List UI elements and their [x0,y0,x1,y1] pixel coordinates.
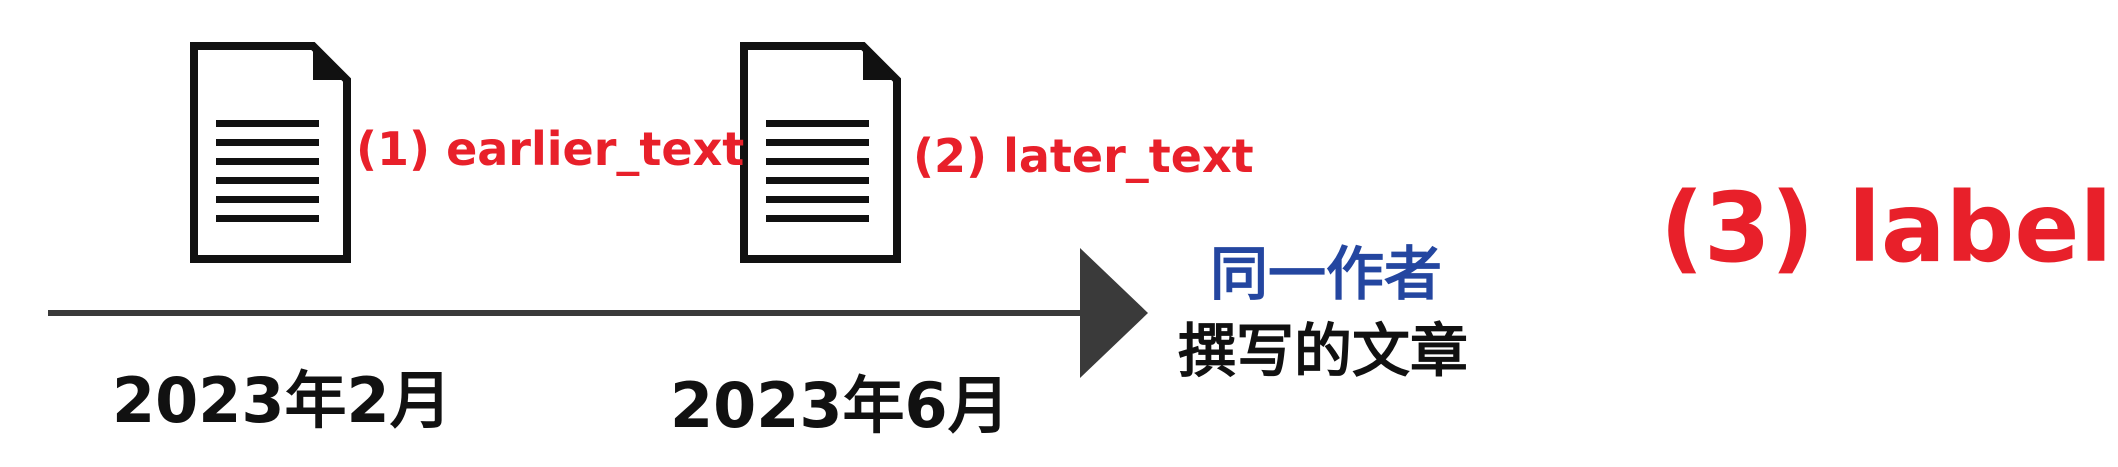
arrow-head-icon [1080,248,1148,378]
result-label: (3) label [1660,172,2113,284]
document-icon [190,42,351,263]
document-icon [740,42,901,263]
articles-caption: 撰写的文章 [1178,317,1469,385]
earlier-text-label: (1) earlier_text [356,122,745,176]
later-date: 2023年6月 [670,369,1010,442]
earlier-date: 2023年2月 [112,364,452,437]
later-text-label: (2) later_text [913,129,1254,183]
same-author-caption: 同一作者 [1210,240,1443,308]
